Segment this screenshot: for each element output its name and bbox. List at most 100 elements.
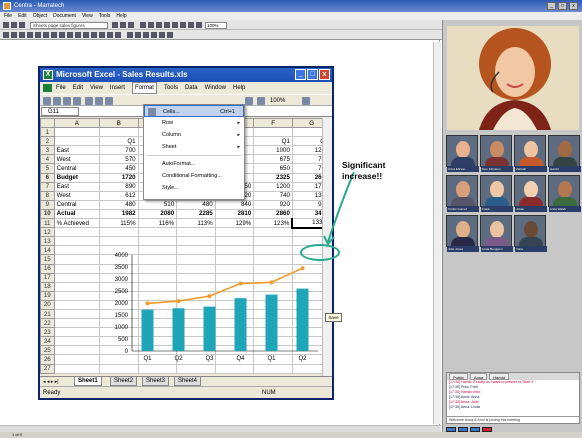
cell[interactable]: 920 <box>253 199 293 210</box>
app-menu-item[interactable]: View <box>82 12 93 20</box>
row-header[interactable]: 10 <box>40 208 55 220</box>
sheet-tab[interactable]: Sheet3 <box>142 377 170 386</box>
row-header[interactable]: 15 <box>40 254 55 265</box>
text-icon[interactable] <box>19 32 25 38</box>
format-menu-item[interactable]: AutoFormat... <box>144 158 244 170</box>
print-icon[interactable] <box>85 97 93 105</box>
sheet-tab[interactable]: Sheet2 <box>110 377 138 386</box>
cell[interactable]: 570 <box>99 154 139 165</box>
prev-page-icon[interactable] <box>112 22 118 28</box>
cell[interactable]: 650 <box>253 163 293 174</box>
line-icon[interactable] <box>27 32 33 38</box>
row-header[interactable]: 20 <box>40 299 55 310</box>
cell[interactable]: 480 <box>176 199 216 210</box>
fill-icon[interactable] <box>83 32 89 38</box>
color-swatch-icon[interactable] <box>159 32 165 38</box>
undo-icon[interactable] <box>127 32 133 38</box>
participant-thumbnail[interactable]: Yoha <box>514 215 547 252</box>
new-icon[interactable] <box>43 97 51 105</box>
spelling-icon[interactable] <box>105 97 113 105</box>
permission-icon[interactable] <box>73 97 81 105</box>
format-menu-item[interactable]: Style... <box>144 182 244 194</box>
cell[interactable]: 1982 <box>99 208 139 220</box>
color-icon[interactable] <box>75 32 81 38</box>
cell[interactable]: 612 <box>99 190 139 201</box>
cell[interactable]: 840 <box>214 199 255 210</box>
excel-menu-view[interactable]: View <box>90 82 103 94</box>
sheet-tab[interactable]: Sheet1 <box>74 377 102 386</box>
record-button[interactable] <box>482 427 492 432</box>
participant-thumbnail[interactable]: Anita Walsh <box>548 175 581 212</box>
row-header[interactable]: 25 <box>40 345 55 356</box>
participant-thumbnail[interactable]: Dan Johnston <box>480 135 513 172</box>
app-menu-item[interactable]: Object <box>33 12 47 20</box>
app-menu-item[interactable]: File <box>4 12 12 20</box>
eraser-icon[interactable] <box>67 32 73 38</box>
mic-button[interactable] <box>446 427 456 432</box>
row-header[interactable]: 2 <box>40 136 55 147</box>
cell[interactable]: 2860 <box>253 208 293 220</box>
cell[interactable] <box>137 227 178 238</box>
excel-menu-data[interactable]: Data <box>185 82 198 94</box>
excel-menu-window[interactable]: Window <box>205 82 226 94</box>
cell[interactable]: East <box>53 145 101 156</box>
participant-thumbnail[interactable]: Zarinah <box>514 135 547 172</box>
row-header[interactable]: 24 <box>40 336 55 347</box>
excel-menu-insert[interactable]: Insert <box>110 82 125 94</box>
pointer-icon[interactable] <box>3 32 9 38</box>
cell[interactable]: Central <box>53 163 101 174</box>
row-header[interactable]: 9 <box>40 199 55 210</box>
participant-thumbnail[interactable]: Anna Ehrson <box>446 135 479 172</box>
ellipse-icon[interactable] <box>51 32 57 38</box>
format-menu-item[interactable]: Cells... Ctrl+1 <box>144 105 244 117</box>
tool-icon[interactable] <box>188 22 194 28</box>
cell[interactable]: 1000 <box>253 145 293 156</box>
save-icon[interactable] <box>19 22 25 28</box>
line-width-icon[interactable] <box>91 32 97 38</box>
excel-menu-edit[interactable]: Edit <box>73 82 83 94</box>
excel-menu-tools[interactable]: Tools <box>164 82 178 94</box>
column-header[interactable]: F <box>253 117 293 129</box>
cell[interactable]: Q1 <box>99 136 139 147</box>
cell[interactable]: 129% <box>214 218 255 229</box>
cell[interactable]: % Achieved <box>53 218 101 229</box>
app-menu-item[interactable]: Document <box>53 12 76 20</box>
pen-icon[interactable] <box>11 32 17 38</box>
rectangle-icon[interactable] <box>43 32 49 38</box>
pattern-icon[interactable] <box>115 32 121 38</box>
cell[interactable] <box>53 227 101 238</box>
new-icon[interactable] <box>3 22 9 28</box>
cell[interactable]: 510 <box>137 199 178 210</box>
chat-tab[interactable]: Anna <box>469 373 488 380</box>
cell[interactable]: 1720 <box>99 172 139 183</box>
row-header[interactable]: 4 <box>40 154 55 165</box>
row-header[interactable]: 1 <box>40 127 55 138</box>
page-icon[interactable] <box>128 22 134 28</box>
participant-thumbnail[interactable]: Carlos Gomez <box>446 175 479 212</box>
cell[interactable]: 2080 <box>137 208 178 220</box>
canvas-horizontal-scrollbar[interactable] <box>0 425 441 432</box>
excel-maximize-button[interactable]: □ <box>307 69 318 80</box>
row-header[interactable]: 7 <box>40 181 55 192</box>
cell[interactable]: 2285 <box>176 208 216 220</box>
participant-thumbnail[interactable]: Johan <box>514 175 547 212</box>
open-icon[interactable] <box>53 97 61 105</box>
cell[interactable] <box>253 227 293 238</box>
pattern-icon[interactable] <box>107 32 113 38</box>
canvas-vertical-scrollbar[interactable] <box>433 42 441 424</box>
help-icon[interactable] <box>302 97 310 105</box>
row-header[interactable]: 6 <box>40 172 55 183</box>
pattern-icon[interactable] <box>99 32 105 38</box>
hand-button[interactable] <box>470 427 480 432</box>
cell[interactable]: West <box>53 190 101 201</box>
row-header[interactable]: 23 <box>40 327 55 338</box>
format-menu-item[interactable]: Sheet ▸ <box>144 141 244 153</box>
sheet-tab[interactable]: Sheet4 <box>174 377 202 386</box>
sort-icon[interactable] <box>245 97 253 105</box>
column-header[interactable]: B <box>99 117 139 129</box>
chat-tab[interactable]: Public <box>449 373 468 380</box>
format-menu-item[interactable]: Row ▸ <box>144 117 244 129</box>
cell[interactable] <box>99 127 139 138</box>
cell[interactable] <box>253 127 293 138</box>
tool-icon[interactable] <box>172 22 178 28</box>
